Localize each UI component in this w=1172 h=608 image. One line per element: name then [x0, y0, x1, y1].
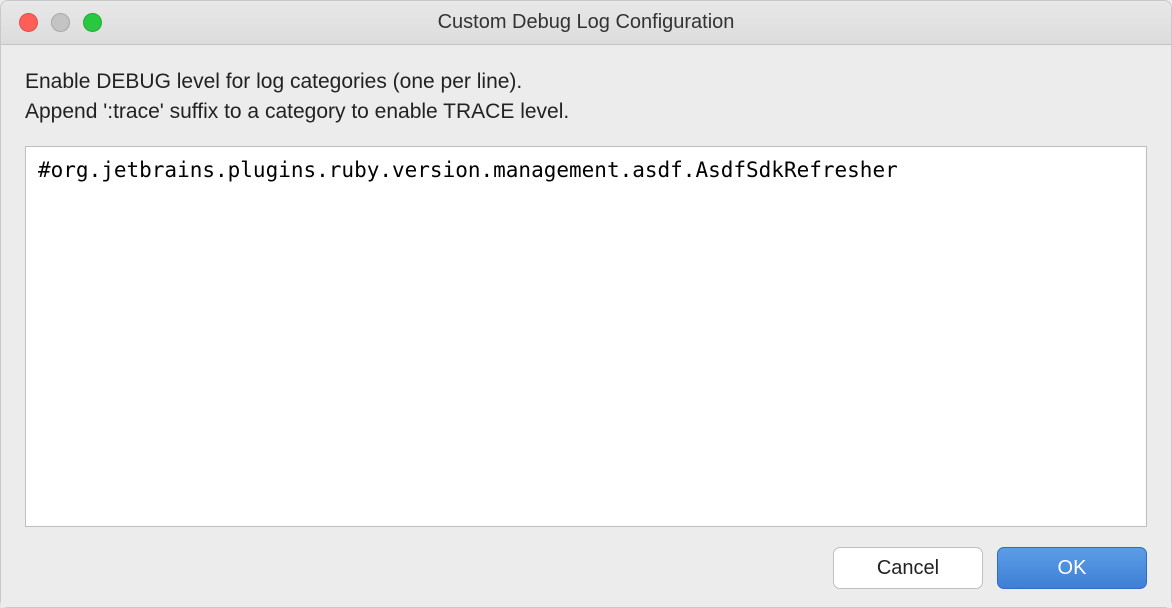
instructions-text: Enable DEBUG level for log categories (o…	[25, 67, 1147, 128]
log-categories-textarea[interactable]	[38, 157, 1134, 516]
instructions-line1: Enable DEBUG level for log categories (o…	[25, 67, 1147, 97]
zoom-icon[interactable]	[83, 13, 102, 32]
window-title: Custom Debug Log Configuration	[438, 11, 735, 34]
cancel-button[interactable]: Cancel	[833, 547, 983, 589]
ok-button[interactable]: OK	[997, 547, 1147, 589]
log-categories-container	[25, 146, 1147, 527]
dialog-window: Custom Debug Log Configuration Enable DE…	[0, 0, 1172, 608]
button-row: Cancel OK	[25, 527, 1147, 589]
traffic-lights	[1, 13, 102, 32]
dialog-content: Enable DEBUG level for log categories (o…	[1, 45, 1171, 607]
instructions-line2: Append ':trace' suffix to a category to …	[25, 97, 1147, 127]
close-icon[interactable]	[19, 13, 38, 32]
minimize-icon	[51, 13, 70, 32]
titlebar: Custom Debug Log Configuration	[1, 1, 1171, 45]
